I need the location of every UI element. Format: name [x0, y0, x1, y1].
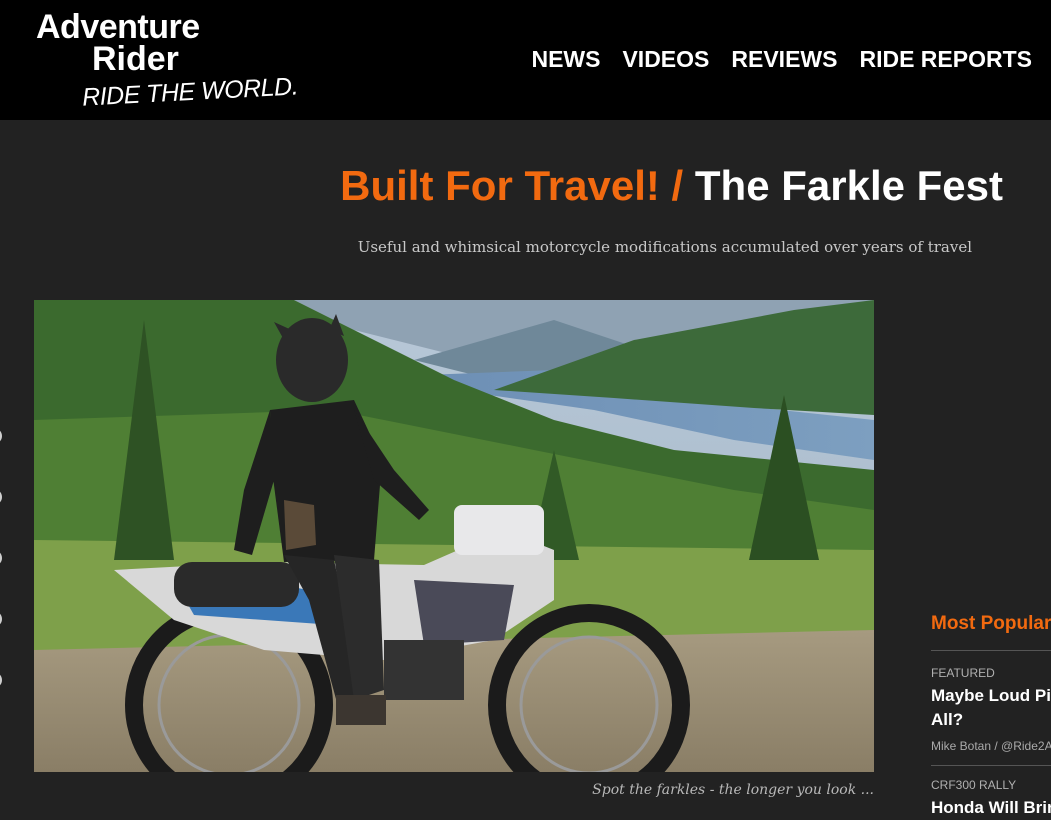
share-icon[interactable] [0, 672, 2, 688]
logo-line2: Rider [92, 40, 179, 78]
main-nav: NEWS VIDEOS REVIEWS RIDE REPORTS [531, 44, 1051, 74]
nav-ride-reports[interactable]: RIDE REPORTS [859, 44, 1032, 74]
popular-post[interactable]: FEATURED Maybe Loud Pi All? Mike Botan /… [931, 666, 1051, 753]
site-logo[interactable]: Adventure Rider RIDE THE WORLD. [34, 8, 299, 114]
hero-image [34, 300, 874, 772]
logo-line1: Adventure [36, 8, 200, 46]
article-subtitle: Useful and whimsical motorcycle modifica… [357, 238, 972, 256]
logo-tagline: RIDE THE WORLD. [81, 72, 299, 112]
share-icon[interactable] [0, 489, 2, 505]
post-author[interactable]: Mike Botan / @Ride2A [931, 739, 1051, 753]
share-icon[interactable] [0, 428, 2, 444]
share-icon[interactable] [0, 550, 2, 566]
site-header: Adventure Rider RIDE THE WORLD. NEWS VID… [0, 0, 1051, 120]
post-tag[interactable]: FEATURED [931, 666, 1051, 680]
post-tag[interactable]: CRF300 RALLY [931, 778, 1051, 792]
most-popular-sidebar: Most Popular FEATURED Maybe Loud Pi All?… [931, 610, 1051, 820]
article-category-link[interactable]: Built For Travel! [340, 162, 660, 209]
divider [931, 765, 1051, 766]
post-title[interactable]: Honda Will Brin [931, 796, 1051, 820]
article-title: Built For Travel! / The Farkle Fest [340, 160, 1003, 212]
nav-news[interactable]: NEWS [531, 44, 600, 74]
nav-reviews[interactable]: REVIEWS [731, 44, 837, 74]
divider [931, 650, 1051, 651]
share-icon[interactable] [0, 611, 2, 627]
post-title[interactable]: Maybe Loud Pi All? [931, 684, 1051, 732]
image-caption: Spot the farkles - the longer you look .… [592, 782, 874, 798]
title-separator: / [671, 162, 684, 209]
most-popular-heading: Most Popular [931, 613, 1051, 634]
popular-post[interactable]: CRF300 RALLY Honda Will Brin [931, 778, 1051, 820]
article-headline: The Farkle Fest [694, 162, 1003, 209]
nav-videos[interactable]: VIDEOS [622, 44, 709, 74]
